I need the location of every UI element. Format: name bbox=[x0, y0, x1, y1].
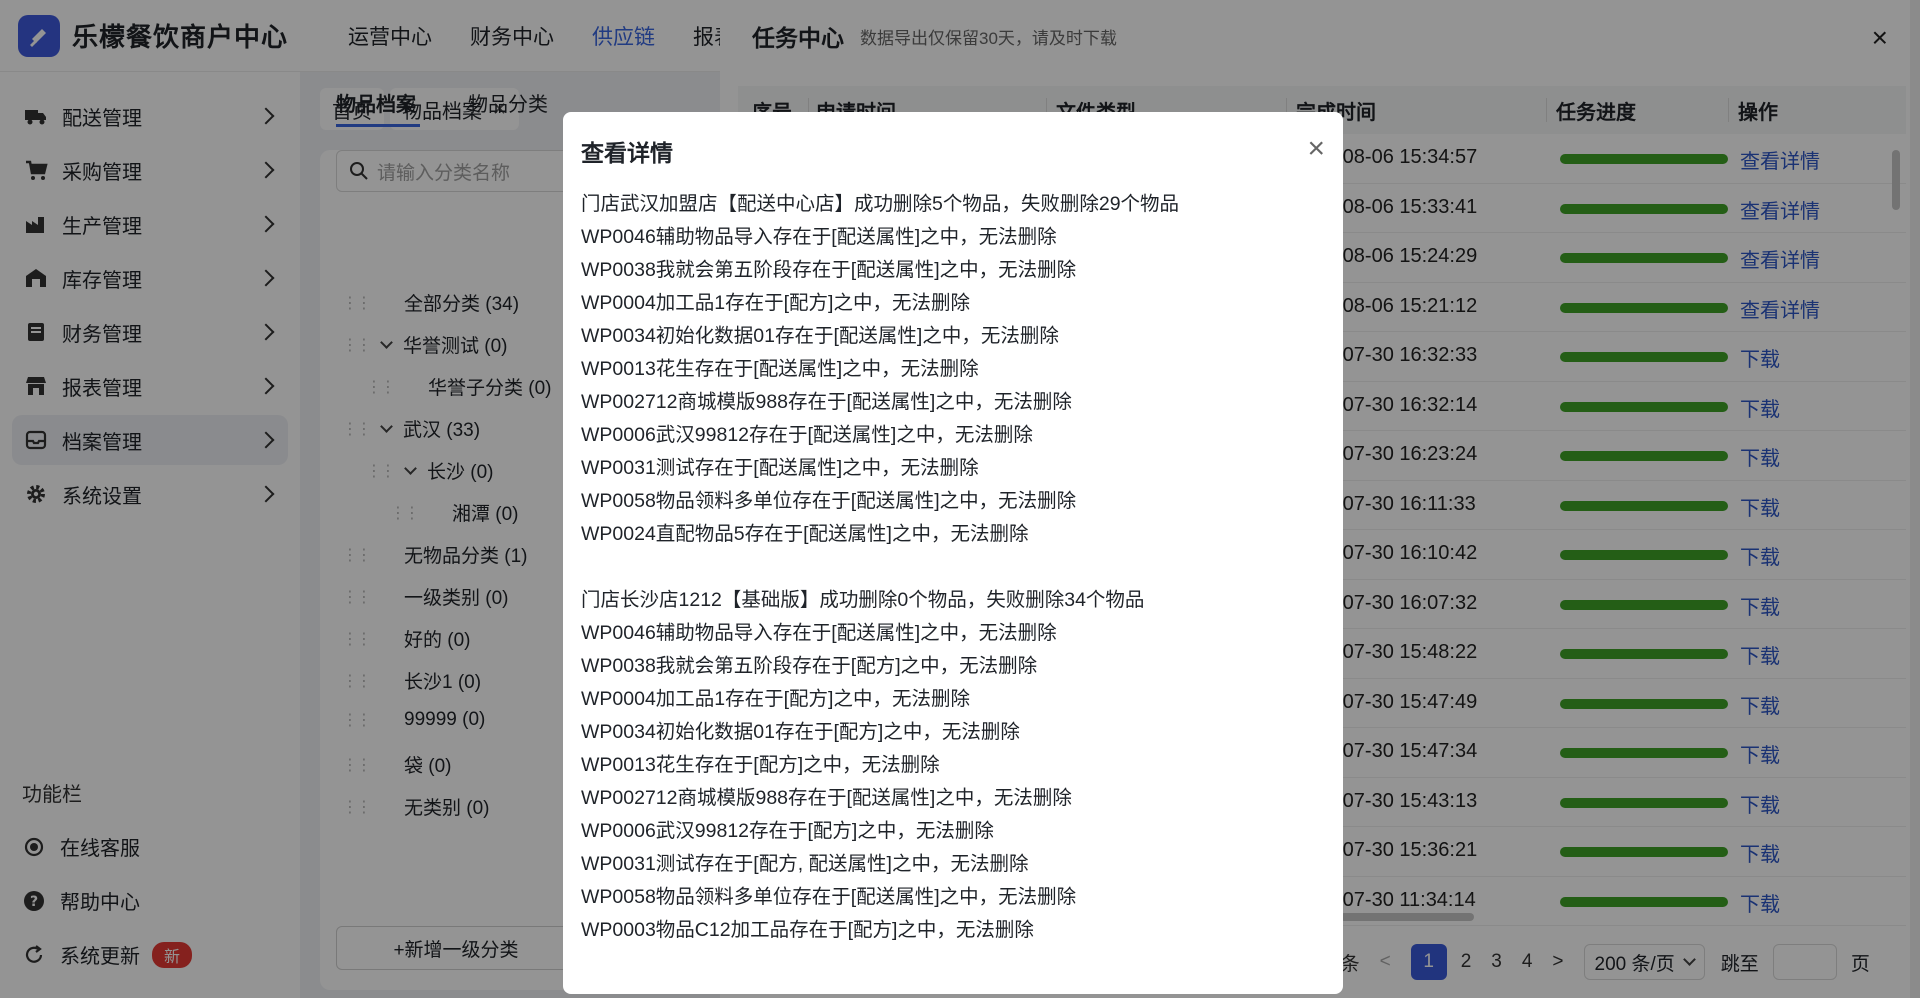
close-icon[interactable]: × bbox=[1307, 132, 1325, 166]
detail-modal: 查看详情 × 门店武汉加盟店【配送中心店】成功删除5个物品，失败删除29个物品 W… bbox=[563, 112, 1343, 994]
detail-line: WP002712商城模版988存在于[配送属性]之中，无法删除 bbox=[581, 391, 1072, 413]
detail-line: WP0038我就会第五阶段存在于[配方]之中，无法删除 bbox=[581, 655, 1038, 677]
detail-line: WP0046辅助物品导入存在于[配送属性]之中，无法删除 bbox=[581, 226, 1057, 248]
detail-line: WP0004加工品1存在于[配方]之中，无法删除 bbox=[581, 688, 970, 710]
detail-line: WP0006武汉99812存在于[配方]之中，无法删除 bbox=[581, 820, 994, 842]
detail-line: WP0046辅助物品导入存在于[配送属性]之中，无法删除 bbox=[581, 622, 1057, 644]
detail-line: WP0058物品领料多单位存在于[配送属性]之中，无法删除 bbox=[581, 490, 1077, 512]
detail-line: WP0031测试存在于[配方, 配送属性]之中，无法删除 bbox=[581, 853, 1029, 875]
modal-title: 查看详情 bbox=[581, 140, 673, 166]
detail-line: WP002712商城模版988存在于[配送属性]之中，无法删除 bbox=[581, 787, 1072, 809]
detail-line: WP0004加工品1存在于[配方]之中，无法删除 bbox=[581, 292, 970, 314]
detail-line: WP0003物品C12加工品存在于[配方]之中，无法删除 bbox=[581, 919, 1034, 941]
detail-line: 门店武汉加盟店【配送中心店】成功删除5个物品，失败删除29个物品 bbox=[581, 193, 1180, 215]
detail-line: WP0034初始化数据01存在于[配送属性]之中，无法删除 bbox=[581, 325, 1059, 347]
detail-line: WP0038我就会第五阶段存在于[配送属性]之中，无法删除 bbox=[581, 259, 1077, 281]
detail-line: 门店长沙店1212【基础版】成功删除0个物品，失败删除34个物品 bbox=[581, 589, 1145, 611]
detail-line: WP0013花生存在于[配送属性]之中，无法删除 bbox=[581, 358, 979, 380]
detail-line: WP0006武汉99812存在于[配送属性]之中，无法删除 bbox=[581, 424, 1033, 446]
modal-body: 门店武汉加盟店【配送中心店】成功删除5个物品，失败删除29个物品 WP0046辅助… bbox=[581, 188, 1331, 947]
detail-line bbox=[581, 551, 1331, 584]
detail-line: WP0034初始化数据01存在于[配方]之中，无法删除 bbox=[581, 721, 1020, 743]
detail-line: WP0013花生存在于[配方]之中，无法删除 bbox=[581, 754, 940, 776]
detail-line: WP0058物品领料多单位存在于[配送属性]之中，无法删除 bbox=[581, 886, 1077, 908]
detail-line: WP0031测试存在于[配送属性]之中，无法删除 bbox=[581, 457, 979, 479]
detail-line: WP0024直配物品5存在于[配送属性]之中，无法删除 bbox=[581, 523, 1029, 545]
